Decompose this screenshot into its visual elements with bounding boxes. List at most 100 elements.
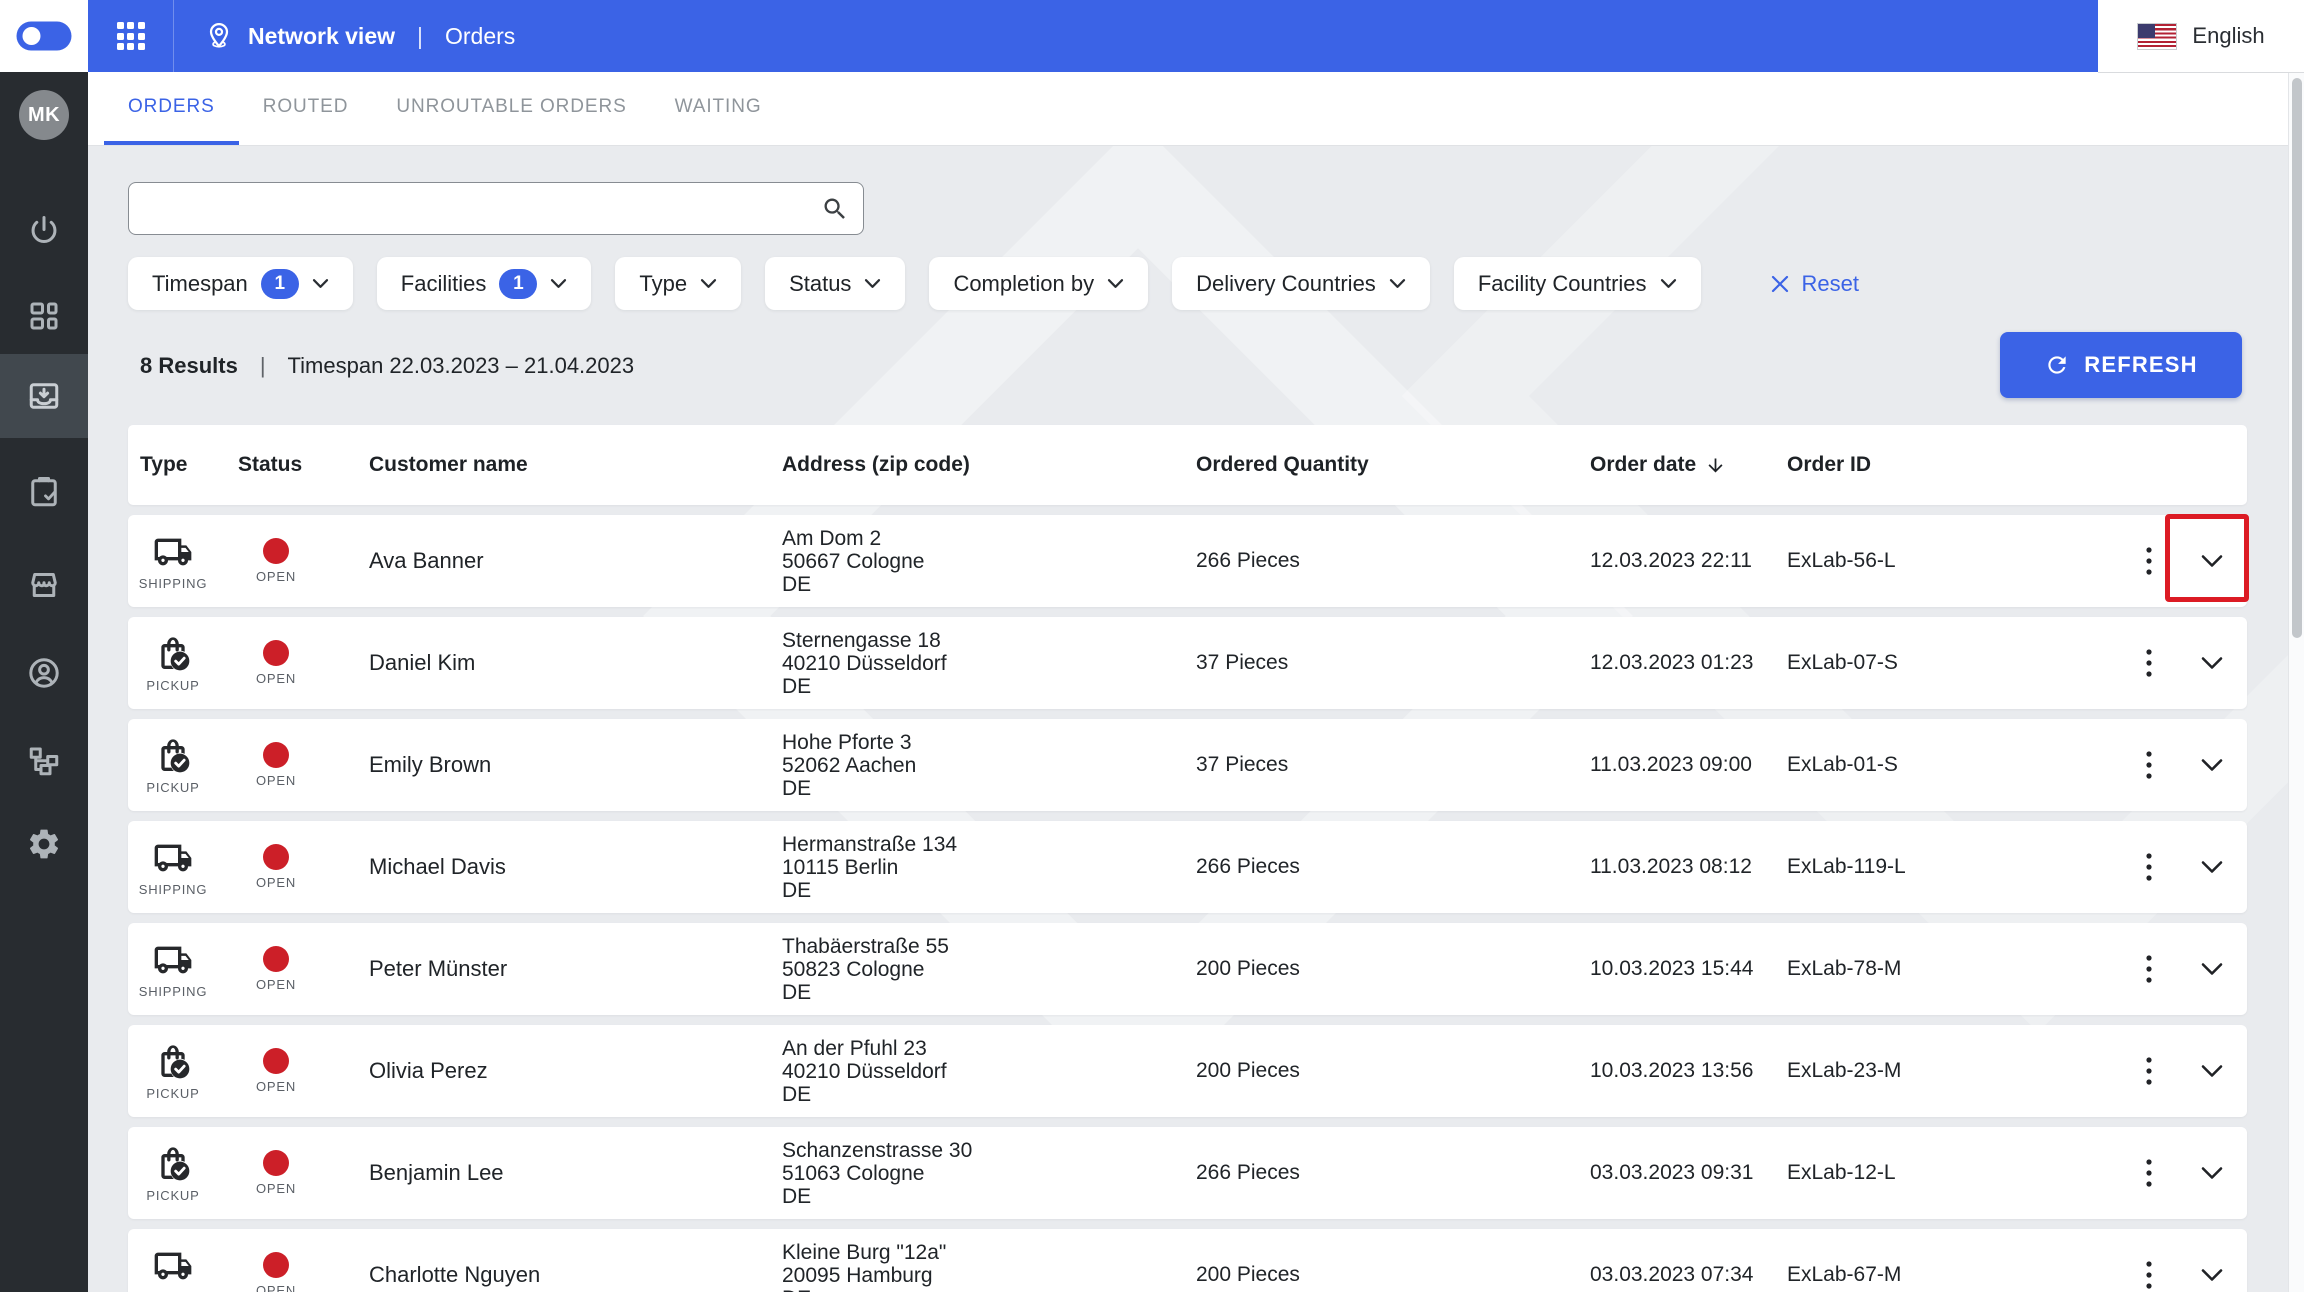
close-x-icon — [1771, 275, 1788, 292]
filter-chip-delivery-countries[interactable]: Delivery Countries — [1172, 257, 1430, 310]
address: An der Pfuhl 23 40210 Düsseldorf DE — [782, 1036, 947, 1106]
column-header-order-id[interactable]: Order ID — [1787, 453, 2121, 477]
map-pin-icon — [209, 23, 229, 48]
filter-chip-type[interactable]: Type — [615, 257, 742, 310]
inbox-arrow-icon — [29, 383, 59, 409]
row-expand-button[interactable] — [2176, 1229, 2247, 1292]
order-status: OPEN — [236, 844, 316, 890]
refresh-button[interactable]: REFRESH — [2000, 332, 2242, 398]
order-status: OPEN — [236, 538, 316, 584]
storefront-icon — [31, 573, 57, 597]
order-id: ExLab-01-S — [1787, 753, 1898, 776]
row-expand-button[interactable] — [2176, 617, 2247, 709]
sidebar-item-dashboard[interactable] — [0, 285, 88, 347]
column-header-ordered-quantity[interactable]: Ordered Quantity — [1196, 453, 1590, 477]
column-header-order-date[interactable]: Order date — [1590, 453, 1787, 477]
tab-unroutable-orders[interactable]: UNROUTABLE ORDERS — [372, 72, 650, 145]
row-expand-button[interactable] — [2176, 515, 2247, 607]
sidebar-item-logout[interactable] — [0, 200, 88, 262]
sidebar-item-settings[interactable] — [0, 813, 88, 875]
order-status: OPEN — [236, 1252, 316, 1292]
filter-chip-facilities[interactable]: Facilities 1 — [376, 257, 592, 310]
row-menu-button[interactable] — [2121, 515, 2176, 607]
pickup-bag-check-icon — [161, 636, 190, 670]
truck-icon — [154, 844, 192, 871]
chevron-down-icon — [551, 279, 567, 288]
filter-chip-facility-countries[interactable]: Facility Countries — [1453, 257, 1701, 310]
address: Kleine Burg "12a"20095 HamburgDE — [782, 1240, 947, 1292]
language-selector[interactable]: English — [2098, 0, 2304, 73]
status-open-dot — [263, 1150, 289, 1176]
row-expand-button[interactable] — [2176, 1025, 2247, 1117]
order-status: OPEN — [236, 640, 316, 686]
language-label: English — [2192, 23, 2265, 48]
tab-orders[interactable]: ORDERS — [104, 72, 239, 145]
row-menu-button[interactable] — [2121, 617, 2176, 709]
scrollbar-thumb[interactable] — [2291, 78, 2302, 638]
avatar[interactable]: MK — [19, 90, 69, 140]
column-header-customer-name[interactable]: Customer name — [369, 453, 782, 477]
table-row[interactable]: SHIPPING OPEN Michael Davis Hermanstraße 13… — [128, 821, 2247, 913]
row-menu-button[interactable] — [2121, 923, 2176, 1015]
sidebar-item-facilities[interactable] — [0, 554, 88, 616]
filter-chip-completion-by[interactable]: Completion by — [929, 257, 1149, 310]
table-row[interactable]: PICKUP OPEN Olivia Perez An der Pfuhl 23 402… — [128, 1025, 2247, 1117]
table-row[interactable]: SHIPPING OPEN Ava Banner Am Dom 2 50667 Colo… — [128, 514, 2249, 607]
row-expand-button[interactable] — [2176, 1127, 2247, 1219]
kebab-menu-icon — [2145, 853, 2152, 881]
filter-count-badge: 1 — [260, 268, 299, 299]
search-icon[interactable] — [807, 195, 863, 223]
sidebar-item-orders[interactable] — [0, 354, 88, 438]
sidebar-item-tasks[interactable] — [0, 461, 88, 523]
filter-chip-status[interactable]: Status — [765, 257, 906, 310]
filter-count-badge: 1 — [499, 268, 538, 299]
row-menu-button[interactable] — [2121, 821, 2176, 913]
table-row[interactable]: PICKUP OPEN Benjamin Lee Schanzenstrasse 30… — [128, 1127, 2247, 1219]
apps-grid-button[interactable] — [88, 0, 174, 72]
row-expand-button[interactable] — [2176, 821, 2247, 913]
row-menu-button[interactable] — [2121, 1025, 2176, 1117]
chevron-down-icon — [865, 279, 881, 288]
status-open-dot — [263, 1048, 289, 1074]
chevron-down-icon — [2201, 963, 2222, 975]
order-type: SHIPPING — [128, 1246, 218, 1292]
kebab-menu-icon — [2145, 1057, 2152, 1085]
sidebar-item-customers[interactable] — [0, 642, 88, 704]
row-menu-button[interactable] — [2121, 719, 2176, 811]
table-row[interactable]: SHIPPING OPEN Peter Münster Thabäerstraße 5… — [128, 923, 2247, 1015]
order-status: OPEN — [236, 1150, 316, 1196]
table-row[interactable]: SHIPPING OPEN Charlotte Nguyen Kleine Burg … — [128, 1229, 2247, 1292]
order-status-label: OPEN — [255, 1283, 297, 1292]
order-date: 12.03.2023 22:11 — [1590, 549, 1752, 572]
row-expand-button[interactable] — [2176, 719, 2247, 811]
tab-waiting[interactable]: WAITING — [651, 72, 786, 145]
row-menu-button[interactable] — [2121, 1229, 2176, 1292]
tab-strip: ORDERS ROUTED UNROUTABLE ORDERS WAITING — [88, 72, 2288, 146]
filter-bar: Timespan 1 Facilities 1 Type Status Completion… — [128, 257, 1859, 310]
ordered-quantity: 37 Pieces — [1196, 651, 1289, 674]
column-header-address--zip-code-[interactable]: Address (zip code) — [782, 453, 1196, 477]
top-bar: Network view | Orders — [88, 0, 2098, 72]
column-header-status[interactable]: Status — [218, 453, 369, 477]
table-row[interactable]: PICKUP OPEN Daniel Kim Sternengasse 18 40210… — [128, 617, 2247, 709]
address: Sternengasse 18 40210 Düsseldorf DE — [782, 628, 947, 698]
scrollbar-track[interactable] — [2288, 73, 2304, 1292]
status-open-dot — [263, 946, 289, 972]
reset-filters-button[interactable]: Reset — [1769, 271, 1859, 297]
status-open-dot — [263, 1252, 289, 1278]
column-header-type[interactable]: Type — [128, 453, 218, 477]
chevron-down-icon — [1389, 279, 1405, 288]
search-input[interactable] — [129, 195, 807, 222]
table-row[interactable]: PICKUP OPEN Emily Brown Hohe Pforte 3 52062 … — [128, 719, 2247, 811]
title-divider: | — [417, 22, 423, 49]
status-open-dot — [263, 742, 289, 768]
status-open-dot — [263, 640, 289, 666]
tab-routed[interactable]: ROUTED — [239, 72, 373, 145]
order-type: SHIPPING — [128, 532, 218, 591]
row-expand-button[interactable] — [2176, 923, 2247, 1015]
filter-chip-timespan[interactable]: Timespan 1 — [128, 257, 353, 310]
sidebar-item-network[interactable] — [0, 730, 88, 792]
ordered-quantity: 200 Pieces — [1196, 957, 1300, 980]
filter-chip-label: Timespan — [152, 270, 248, 296]
row-menu-button[interactable] — [2121, 1127, 2176, 1219]
